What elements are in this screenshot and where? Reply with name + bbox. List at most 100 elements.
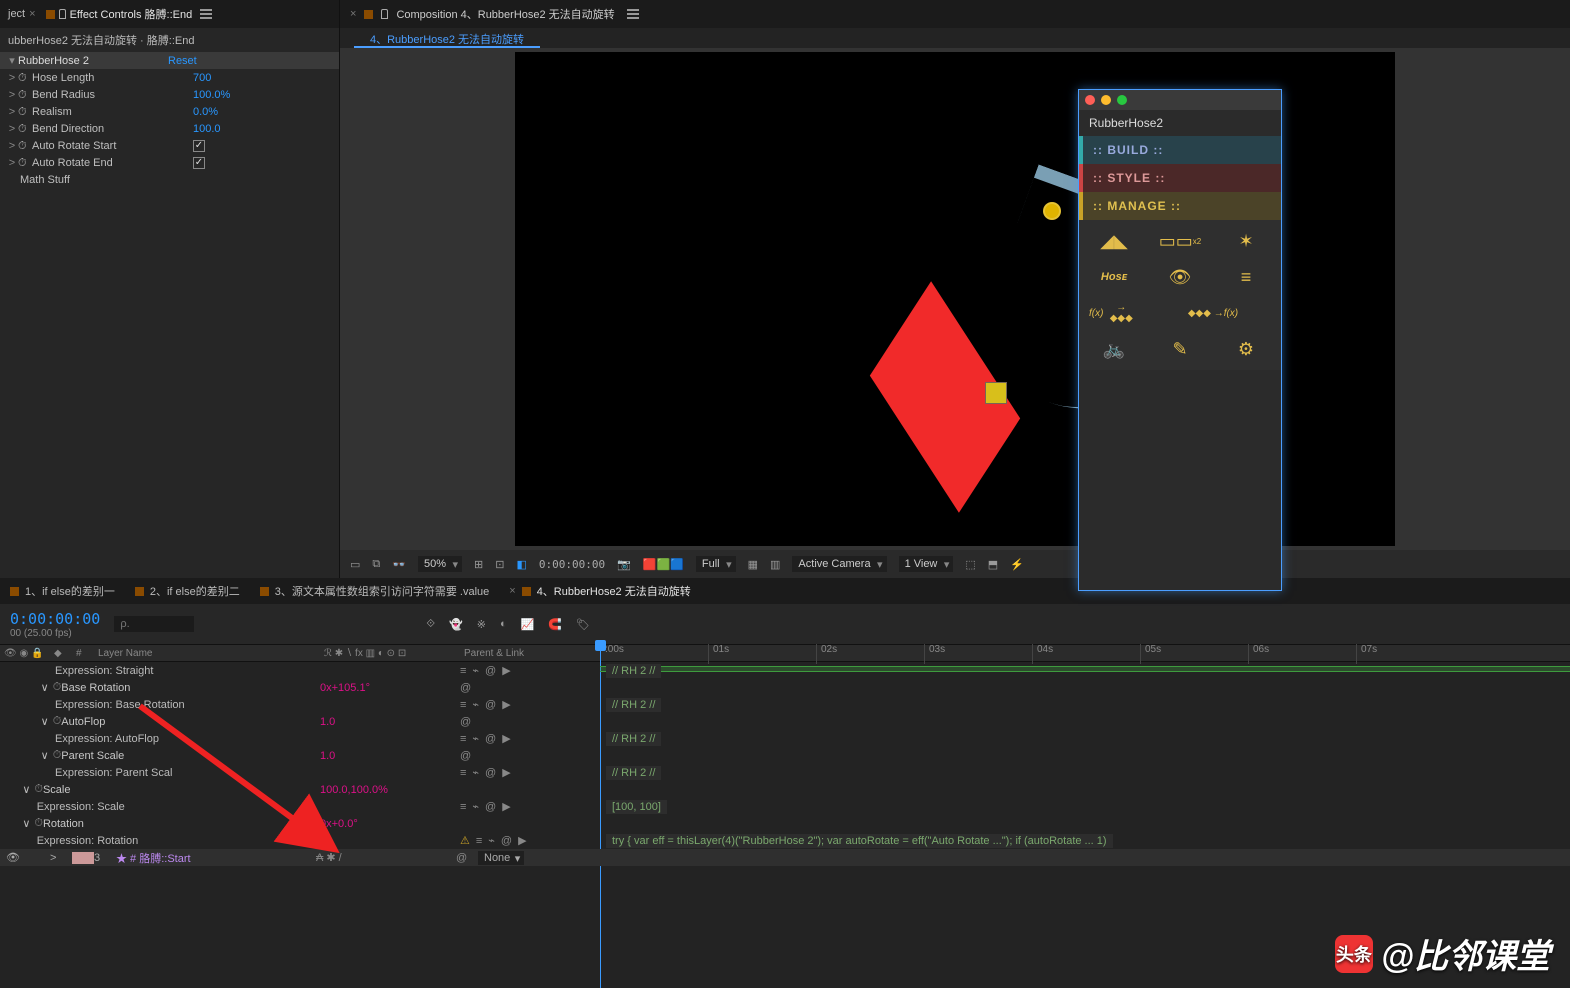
switches-column-icon[interactable]: ℛ ✱ ∖ fx ▥ ◐ ⊙ ⊡	[324, 648, 406, 659]
graph-icon[interactable]: ⌁	[472, 800, 479, 813]
color-lut-icon[interactable]: ◧	[516, 558, 526, 571]
pickwhip-icon[interactable]: @	[460, 750, 471, 762]
fx-prop-row[interactable]: >⏱Realism0.0%	[0, 103, 339, 120]
stereo-icon[interactable]: 👓	[392, 558, 406, 571]
frame-blend-icon[interactable]: ※	[477, 618, 486, 631]
expression-enable-icon[interactable]: ≡	[460, 699, 466, 711]
fx-prop-row[interactable]: >⏱Auto Rotate Start✓	[0, 137, 339, 154]
expression-lang-icon[interactable]: ▶	[502, 766, 510, 779]
fx-prop-row[interactable]: >⏱Hose Length700	[0, 69, 339, 86]
fx-prop-row[interactable]: >⏱Bend Radius100.0%	[0, 86, 339, 103]
comp-breadcrumb[interactable]: 4、RubberHose2 无法自动旋转	[354, 28, 540, 48]
views-dropdown[interactable]: 1 View	[899, 556, 954, 572]
effect-reset-link[interactable]: Reset	[168, 55, 197, 67]
stopwatch-icon[interactable]: ⏱	[18, 72, 30, 84]
solo-column-icon[interactable]: ◉	[19, 648, 28, 659]
grid-icon[interactable]: ▦	[748, 558, 758, 571]
plugin-titlebar[interactable]	[1079, 90, 1281, 110]
fast-preview-icon[interactable]: ⚡	[1010, 558, 1024, 571]
guides-icon[interactable]: ▥	[770, 558, 780, 571]
expression-lang-icon[interactable]: ▶	[502, 664, 510, 677]
transparent-bg-icon[interactable]: ⬚	[965, 558, 975, 571]
property-row[interactable]: Expression: Base Rotation≡⌁@▶// RH 2 //	[0, 696, 1570, 713]
traffic-close-icon[interactable]	[1085, 95, 1095, 105]
traffic-max-icon[interactable]	[1117, 95, 1127, 105]
pickwhip-icon[interactable]: @	[456, 852, 478, 864]
comp-tab[interactable]: Composition 4、RubberHose2 无法自动旋转	[396, 6, 614, 22]
tab-effect-controls[interactable]: Effect Controls 胳膊::End	[70, 6, 193, 22]
viewport[interactable]	[340, 48, 1570, 550]
label-chip-icon[interactable]	[72, 852, 94, 864]
current-time[interactable]: 0:00:00:00	[10, 610, 100, 628]
pixel-aspect-icon[interactable]: ⬒	[988, 558, 998, 571]
parent-dropdown[interactable]: None▾	[478, 851, 524, 865]
stopwatch-icon[interactable]: ⏱	[18, 123, 30, 135]
timeline-tab[interactable]: 2、if else的差别二	[135, 583, 240, 599]
pickwhip-icon[interactable]: @	[460, 716, 471, 728]
quality-dropdown[interactable]: Full	[696, 556, 736, 572]
expression-lang-icon[interactable]: ▶	[502, 698, 510, 711]
fx-to-keys-icon[interactable]: f(x) → ◆◆◆	[1089, 300, 1139, 326]
stopwatch-icon[interactable]: ⏱	[34, 783, 43, 796]
checkbox[interactable]: ✓	[193, 140, 205, 152]
plugin-panel-rubberhose[interactable]: RubberHose2 :: BUILD :: :: STYLE :: :: M…	[1078, 89, 1282, 591]
property-row[interactable]: Expression: Straight≡⌁@▶// RH 2 //	[0, 662, 1570, 679]
keys-to-fx-icon[interactable]: ◆◆◆ → f(x)	[1155, 300, 1271, 326]
stopwatch-icon[interactable]: ⏱	[18, 89, 30, 101]
property-row[interactable]: ∨⏱ Scale100.0,100.0%	[0, 781, 1570, 798]
layer-row[interactable]: 👁>3★ # 胳膊::Start₳ ✱ /@None▾	[0, 849, 1570, 866]
timeline-tab[interactable]: × 4、RubberHose2 无法自动旋转	[509, 583, 697, 599]
expression-enable-icon[interactable]: ≡	[460, 733, 466, 745]
label-column-icon[interactable]: ◆	[54, 648, 62, 659]
ruler-tick[interactable]: 01s	[708, 644, 816, 664]
ruler-tick[interactable]: 03s	[924, 644, 1032, 664]
section-manage[interactable]: :: MANAGE ::	[1079, 192, 1281, 220]
ruler-tick[interactable]: 02s	[816, 644, 924, 664]
stopwatch-icon[interactable]: ⏱	[53, 715, 62, 728]
expression-enable-icon[interactable]: ≡	[460, 665, 466, 677]
ruler-tick[interactable]: :00s	[600, 644, 708, 664]
lock-column-icon[interactable]: 🔒	[31, 648, 43, 659]
screen-mode-icon[interactable]: ▭	[350, 558, 360, 571]
stopwatch-icon[interactable]: ⏱	[18, 157, 30, 169]
expression-enable-icon[interactable]: ≡	[460, 801, 466, 813]
hose-label-icon[interactable]: Hosᴇ	[1089, 264, 1139, 290]
lock-icon[interactable]	[59, 9, 66, 19]
expression-error-icon[interactable]: ⚠	[460, 834, 470, 847]
panel-menu-icon[interactable]	[200, 9, 212, 19]
timeline-tab[interactable]: 3、源文本属性数组索引访问字符需要 .value	[260, 583, 490, 599]
snapshot-icon[interactable]: 📷	[617, 558, 631, 571]
width-x2-icon[interactable]: ▭▭x2	[1155, 228, 1205, 254]
property-row[interactable]: Expression: Parent Scal≡⌁@▶// RH 2 //	[0, 764, 1570, 781]
gear-icon[interactable]: ⚙	[1221, 336, 1271, 362]
ruler-tick[interactable]: 04s	[1032, 644, 1140, 664]
graph-icon[interactable]: ⌁	[472, 664, 479, 677]
ruler-tick[interactable]: 05s	[1140, 644, 1248, 664]
bend-center-icon[interactable]: ✶	[1221, 228, 1271, 254]
graph-icon[interactable]: ⌁	[472, 732, 479, 745]
graph-editor-icon[interactable]: 📈	[521, 618, 535, 631]
stopwatch-icon[interactable]: ⏱	[53, 749, 62, 762]
fx-prop-row[interactable]: >⏱Bend Direction100.0	[0, 120, 339, 137]
property-row[interactable]: Expression: AutoFlop≡⌁@▶// RH 2 //	[0, 730, 1570, 747]
viewer-time[interactable]: 0:00:00:00	[539, 558, 605, 571]
fx-prop-row[interactable]: >⏱Auto Rotate End✓	[0, 154, 339, 171]
time-ruler[interactable]: :00s01s02s03s04s05s06s07s	[600, 644, 1570, 664]
channel-icon[interactable]: 🟥🟩🟦	[643, 558, 684, 571]
timeline-tab[interactable]: 1、if else的差别一	[10, 583, 115, 599]
motion-blur-icon[interactable]: ◐	[500, 618, 507, 630]
tab-project[interactable]: ject×	[8, 8, 42, 20]
panel-menu-icon[interactable]	[627, 9, 639, 19]
graph-icon[interactable]: ⌁	[488, 834, 495, 847]
expression-enable-icon[interactable]: ≡	[460, 767, 466, 779]
checkbox[interactable]: ✓	[193, 157, 205, 169]
markers-icon[interactable]: 🏷	[576, 618, 590, 631]
property-row[interactable]: ∨⏱ Base Rotation0x+105.1°@	[0, 679, 1570, 696]
hose-curve-icon[interactable]: ◢◣	[1089, 228, 1139, 254]
stopwatch-icon[interactable]: ⏱	[53, 681, 62, 694]
pickwhip-icon[interactable]: @	[460, 682, 471, 694]
stopwatch-icon[interactable]: ⏱	[18, 140, 30, 152]
lock-icon[interactable]	[381, 9, 388, 19]
eye-icon[interactable]: 👁	[6, 852, 20, 864]
pickwhip-icon[interactable]: @	[485, 767, 496, 779]
